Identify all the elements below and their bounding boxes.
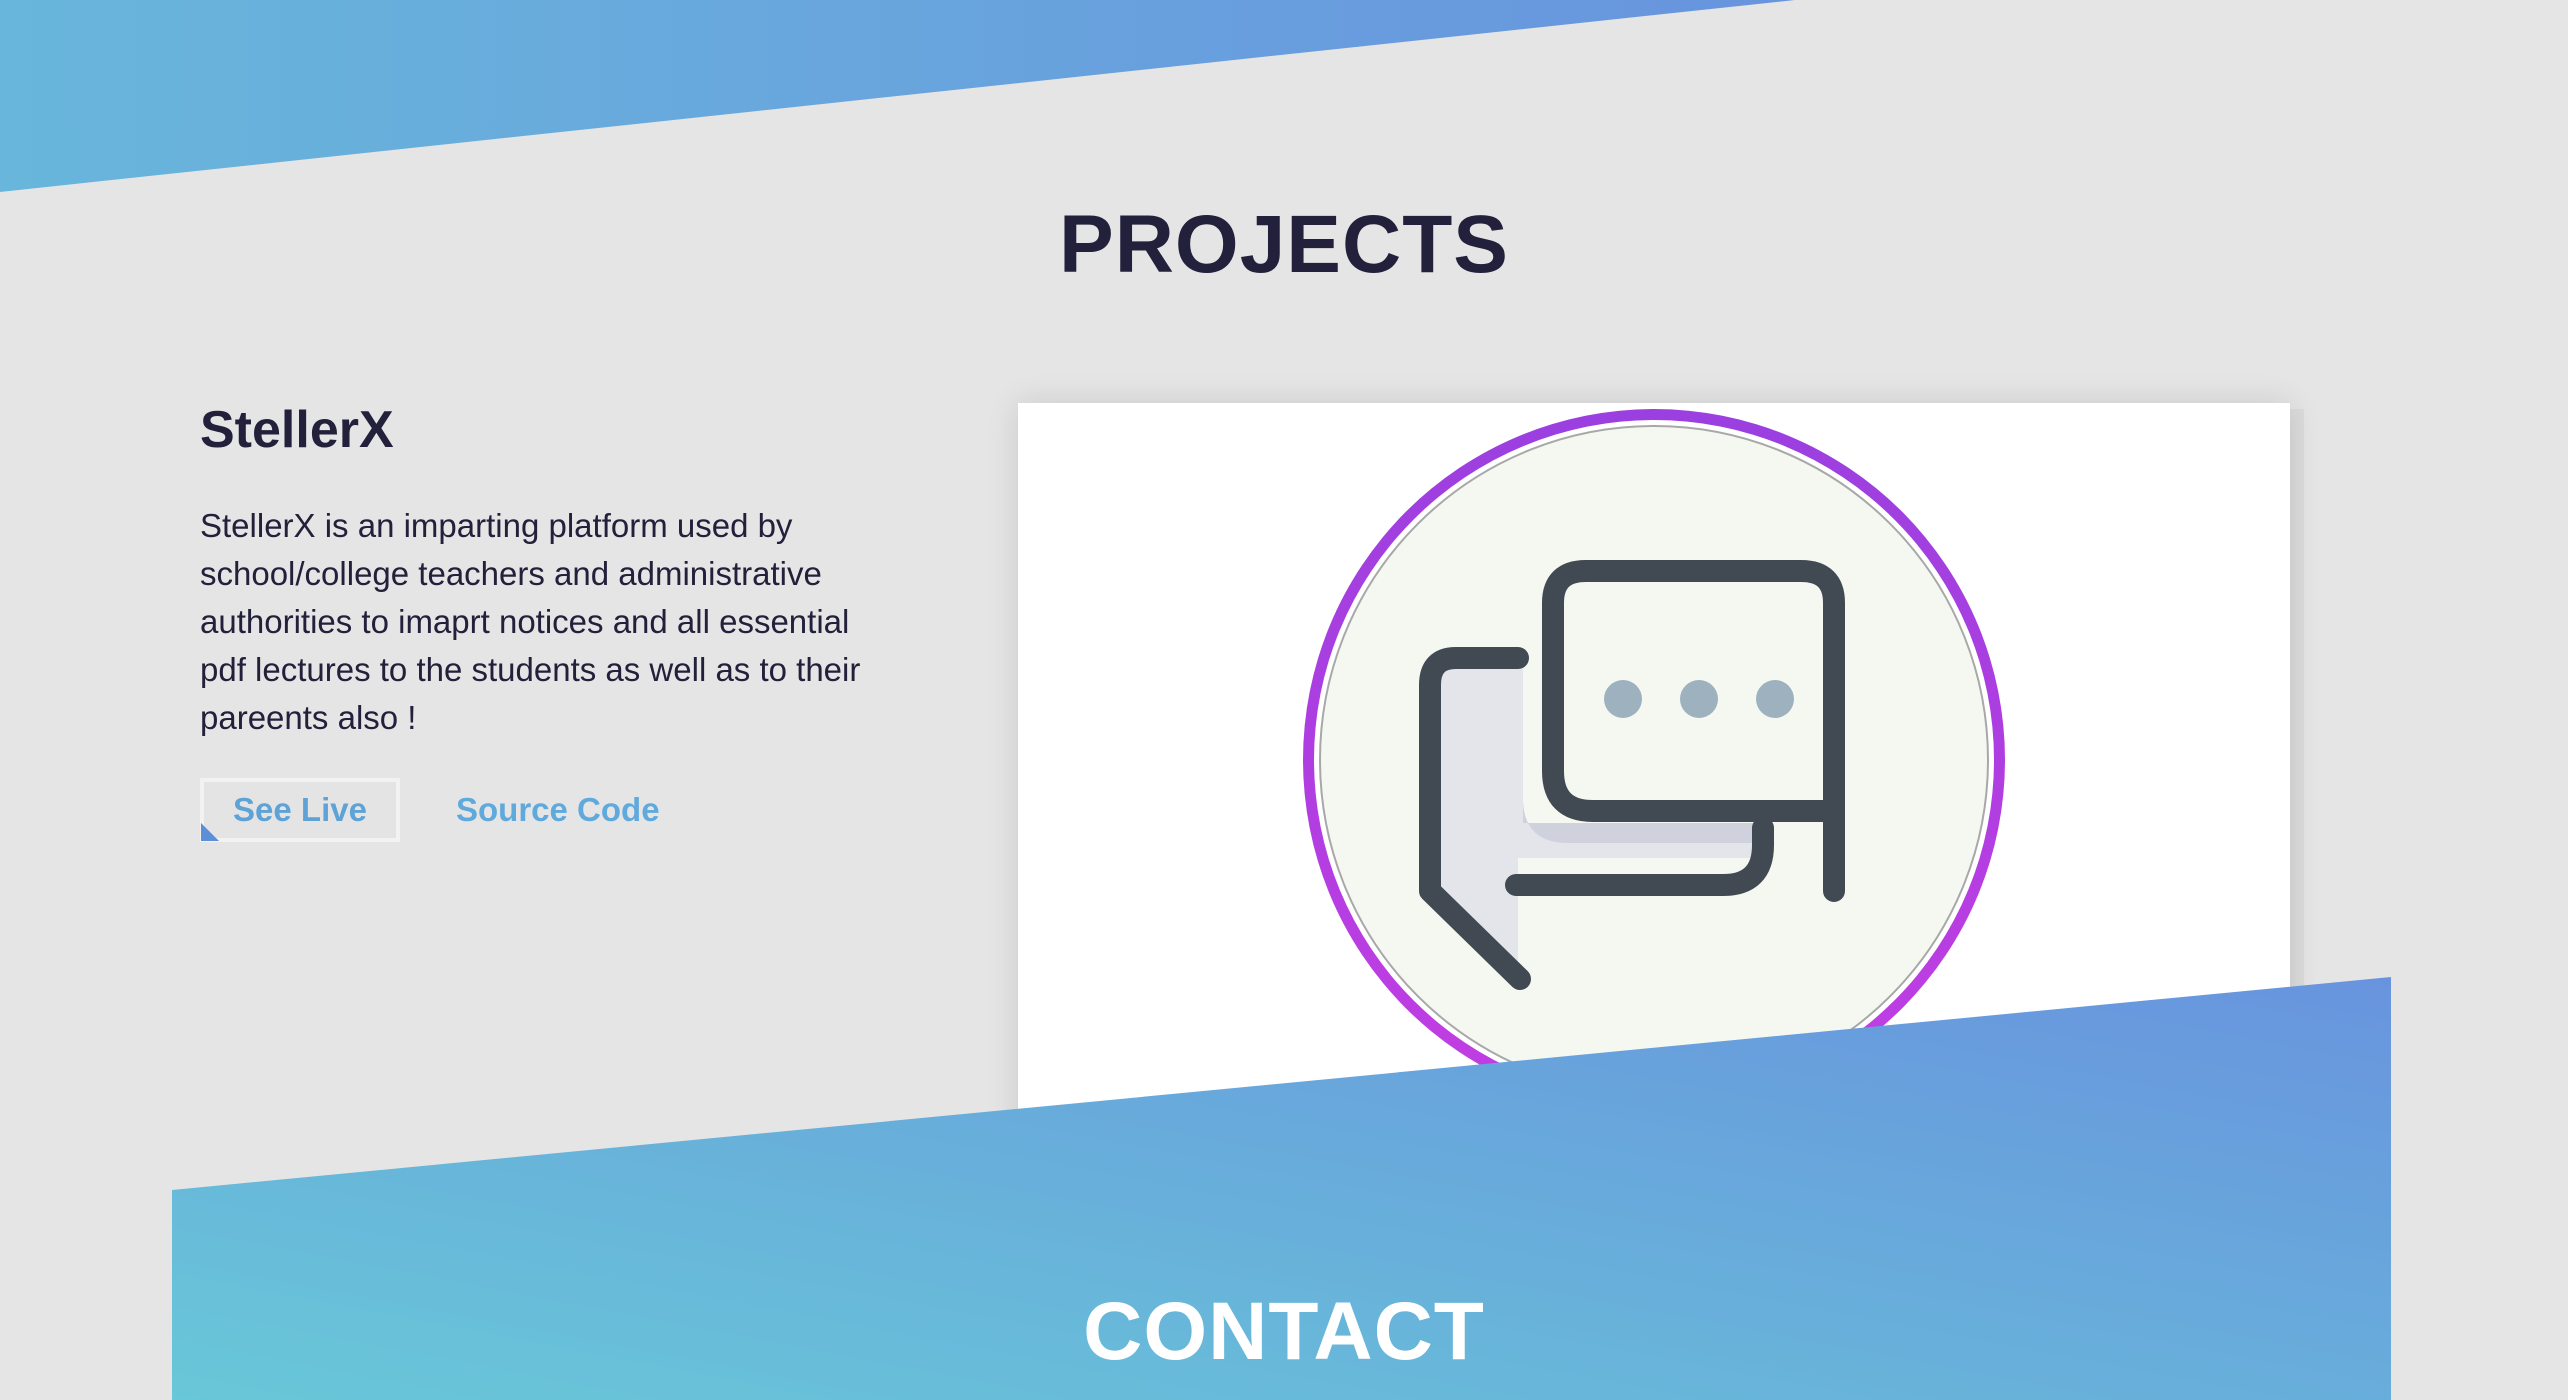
project-info: StellerX StellerX is an imparting platfo…	[200, 400, 900, 842]
project-description: StellerX is an imparting platform used b…	[200, 507, 861, 736]
top-gradient-banner	[0, 0, 1795, 192]
source-code-link[interactable]: Source Code	[456, 791, 660, 829]
see-live-button[interactable]: See Live	[200, 778, 400, 842]
contact-heading: CONTACT	[1083, 1286, 1485, 1377]
projects-heading: PROJECTS	[1059, 199, 1509, 290]
portfolio-page: PROJECTS StellerX StellerX is an imparti…	[0, 0, 2568, 1400]
see-live-label: See Live	[233, 791, 367, 828]
project-title: StellerX	[200, 401, 394, 459]
project-links: See Live Source Code	[200, 778, 900, 842]
button-corner-accent	[201, 823, 219, 841]
